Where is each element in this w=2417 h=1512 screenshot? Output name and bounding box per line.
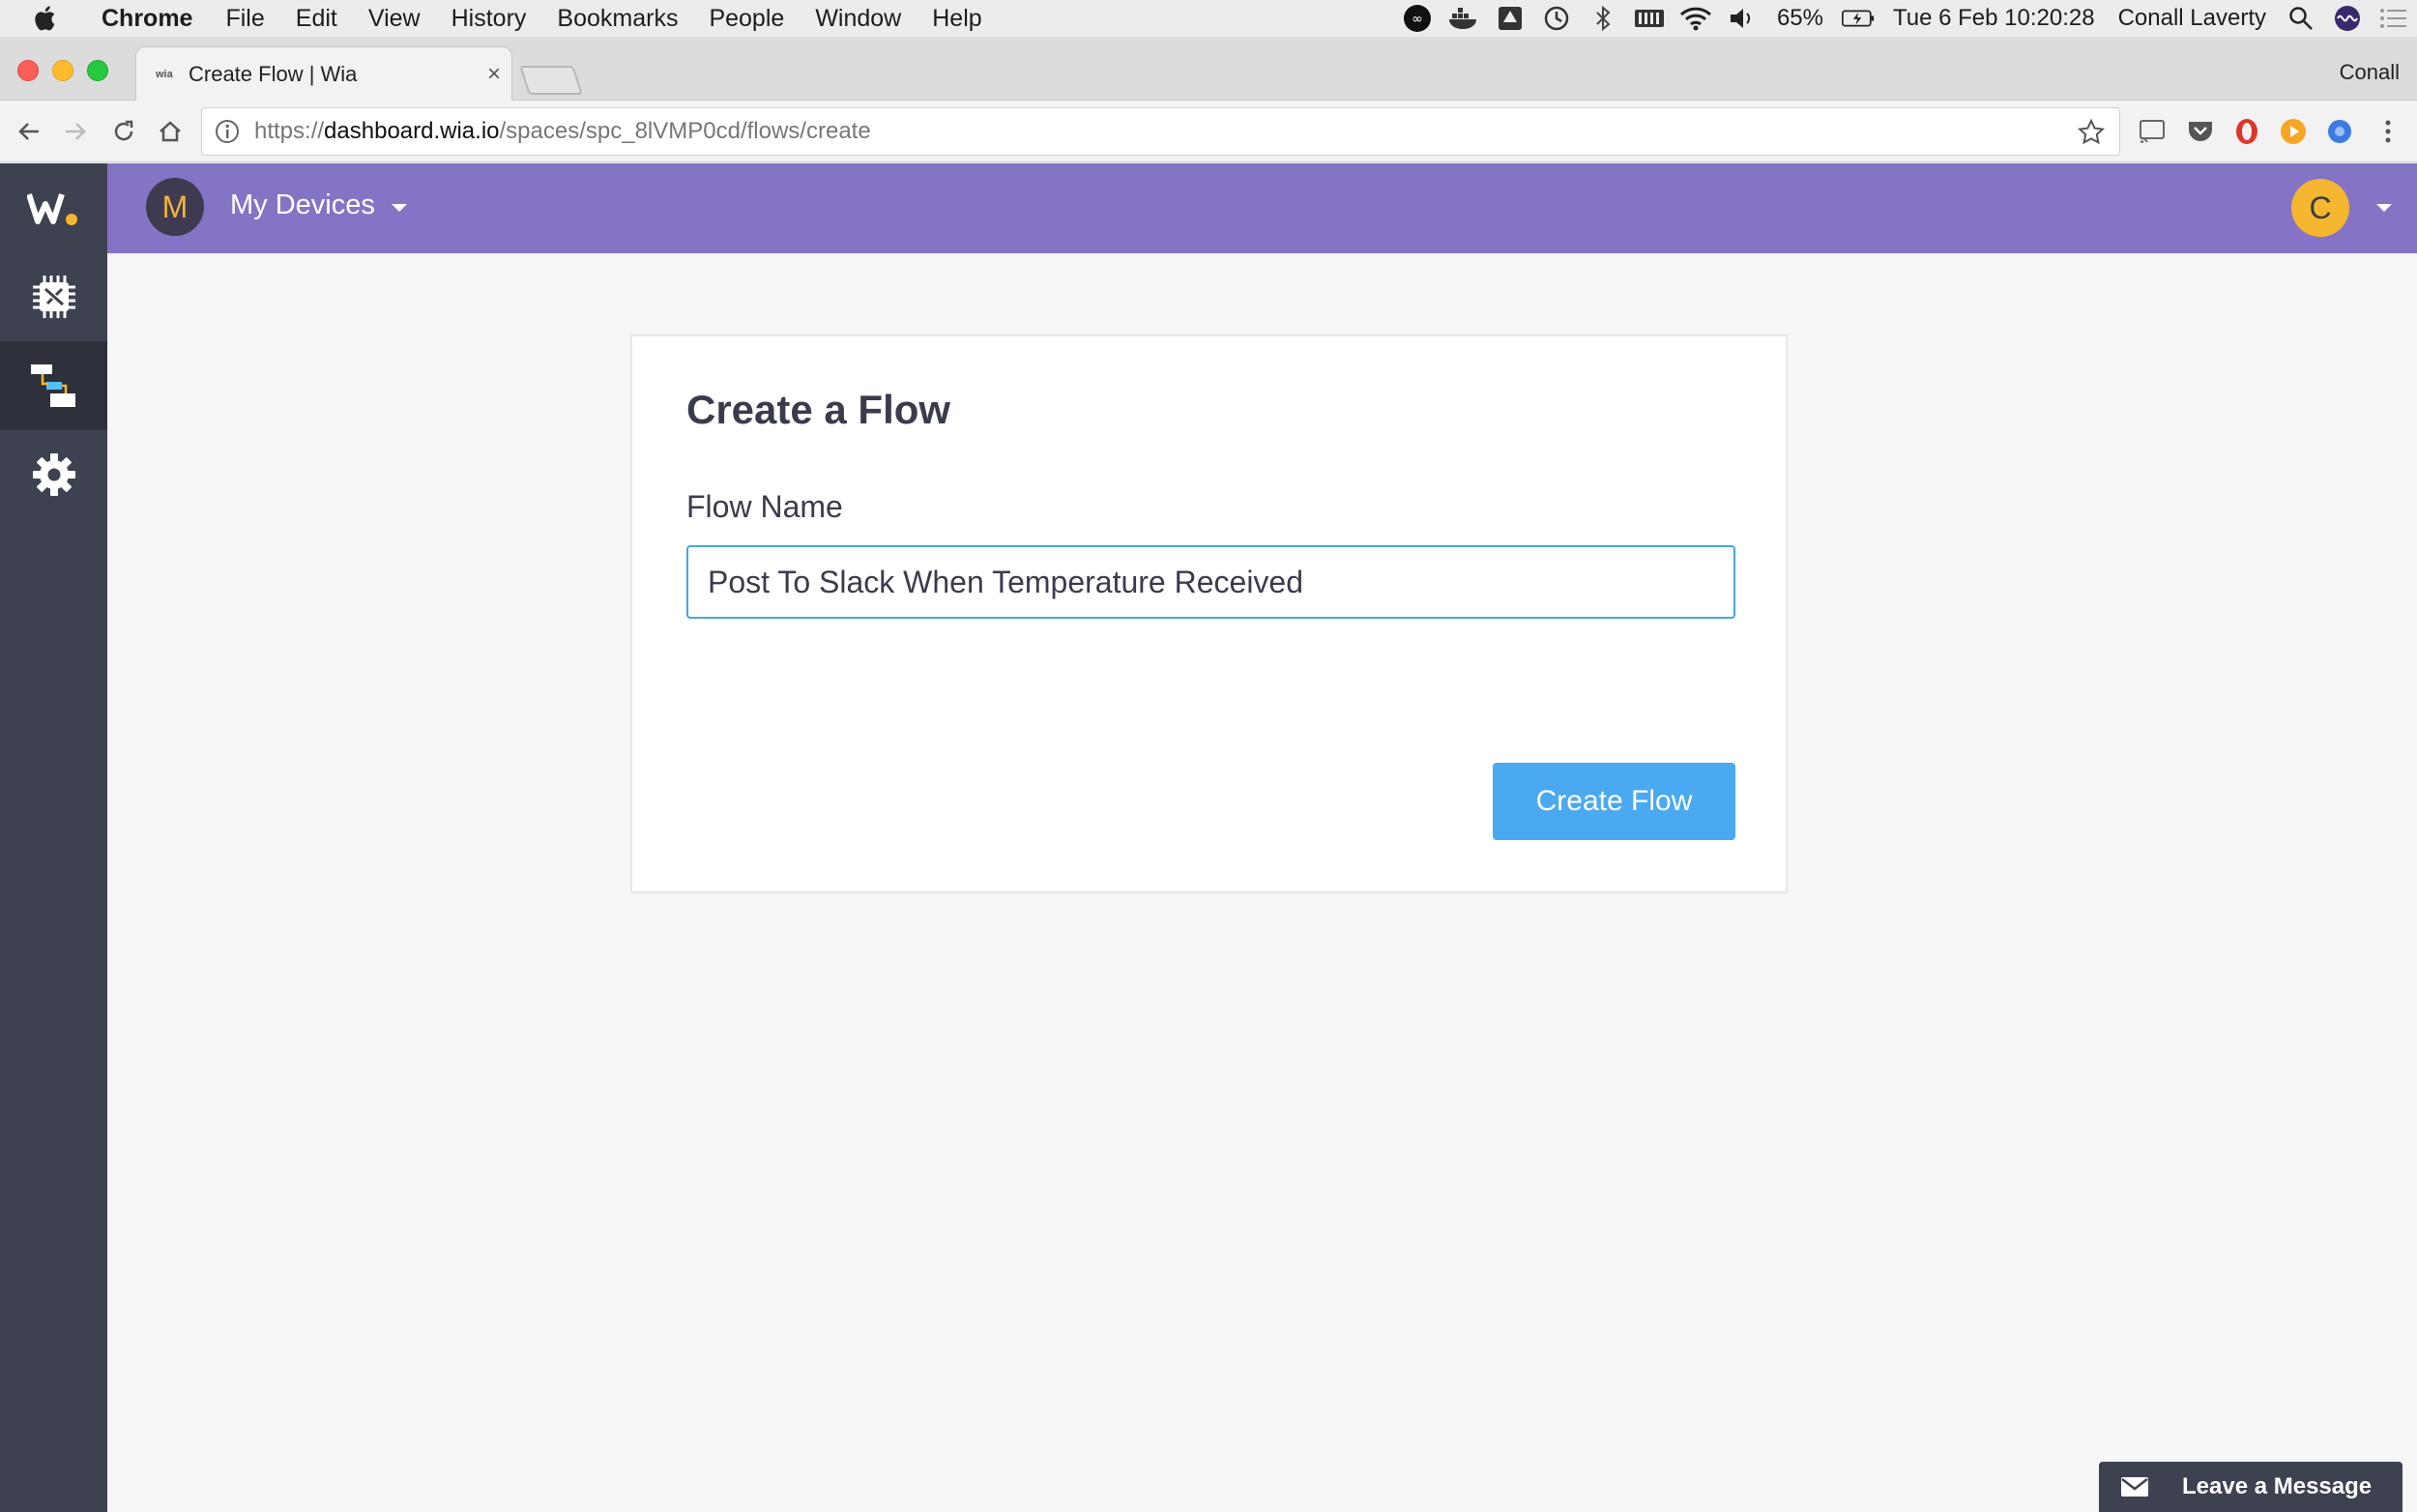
app-sidebar [0, 163, 107, 1512]
user-menu-caret-icon[interactable] [2376, 204, 2392, 212]
create-flow-card: Create a Flow Flow Name Create Flow [630, 334, 1788, 893]
profile-name[interactable]: Conall [2340, 60, 2400, 85]
user-avatar[interactable]: C [2291, 179, 2349, 237]
time-machine-icon[interactable] [1540, 5, 1573, 32]
docker-icon[interactable] [1447, 5, 1480, 32]
cast-icon[interactable] [2137, 116, 2168, 147]
bookmark-star-icon[interactable] [2077, 118, 2106, 147]
space-switcher-label[interactable]: My Devices [230, 189, 375, 221]
gear-icon [32, 453, 75, 496]
url-text: https://dashboard.wia.io/spaces/spc_8lVM… [254, 118, 871, 145]
flow-name-input[interactable] [686, 545, 1735, 619]
sidebar-item-devices[interactable] [0, 252, 107, 341]
create-flow-button[interactable]: Create Flow [1493, 763, 1735, 840]
play-icon[interactable] [2278, 116, 2309, 147]
menu-app-name[interactable]: Chrome [88, 5, 210, 33]
space-dropdown-caret-icon[interactable] [392, 204, 407, 212]
battery-percent[interactable]: 65% [1777, 5, 1823, 32]
url-host: dashboard.wia.io [324, 118, 500, 144]
flow-name-label: Flow Name [686, 489, 843, 524]
forward-arrow-icon[interactable] [58, 114, 93, 149]
battery-bar-icon[interactable] [1633, 5, 1666, 32]
wia-logo[interactable] [0, 163, 107, 252]
pocket-icon[interactable] [2185, 116, 2216, 147]
macos-menu-bar: Chrome File Edit View History Bookmarks … [0, 0, 2417, 37]
leave-message-label: Leave a Message [2182, 1473, 2373, 1499]
url-scheme: https:// [254, 118, 325, 144]
menu-help[interactable]: Help [917, 5, 997, 33]
infinity-icon[interactable]: ∞ [1401, 5, 1434, 32]
browser-tab-strip: wia Create Flow | Wia × Conall [0, 37, 2417, 101]
window-minimize-button[interactable] [52, 60, 73, 81]
drive-icon[interactable] [1494, 5, 1527, 32]
browser-toolbar: https://dashboard.wia.io/spaces/spc_8lVM… [0, 101, 2417, 162]
flows-icon [30, 364, 75, 407]
leave-message-widget[interactable]: Leave a Message [2099, 1462, 2402, 1512]
chip-icon [32, 276, 75, 318]
menu-view[interactable]: View [353, 5, 436, 33]
window-close-button[interactable] [17, 60, 39, 81]
menu-people[interactable]: People [693, 5, 800, 33]
notification-center-icon[interactable] [2377, 5, 2410, 32]
envelope-icon [2121, 1477, 2148, 1497]
menu-history[interactable]: History [436, 5, 542, 33]
app-header: M My Devices C [107, 163, 2417, 253]
bluetooth-icon[interactable] [1587, 5, 1619, 32]
window-zoom-button[interactable] [87, 60, 108, 81]
battery-charging-icon[interactable] [1841, 5, 1875, 32]
opera-icon[interactable] [2231, 116, 2262, 147]
tab-title: Create Flow | Wia [189, 61, 358, 86]
wifi-icon[interactable] [1679, 5, 1712, 32]
sidebar-item-flows[interactable] [0, 341, 107, 430]
screen: Chrome File Edit View History Bookmarks … [0, 0, 2417, 1512]
clock[interactable]: Tue 6 Feb 10:20:28 [1893, 5, 2095, 32]
menu-window[interactable]: Window [800, 5, 917, 33]
svg-text:∞: ∞ [1412, 12, 1423, 27]
apple-icon[interactable] [32, 4, 61, 33]
space-avatar[interactable]: M [146, 178, 204, 236]
menu-bookmarks[interactable]: Bookmarks [541, 5, 693, 33]
menu-bar-status-area: ∞ 65% Tue 6 Feb 10:20:28 Conall Laverty [1394, 0, 2417, 37]
page-title: Create a Flow [686, 387, 951, 432]
menu-file[interactable]: File [210, 5, 279, 33]
sidebar-item-settings[interactable] [0, 430, 107, 519]
new-tab-button[interactable] [519, 66, 583, 95]
siri-icon[interactable] [2331, 5, 2364, 32]
site-info-icon[interactable] [214, 118, 241, 145]
url-path: /spaces/spc_8lVMP0cd/flows/create [499, 118, 871, 144]
menu-dots-icon[interactable] [2373, 116, 2403, 147]
reload-icon[interactable] [106, 114, 141, 149]
tab-favicon: wia [156, 68, 173, 80]
browser-tab-active[interactable]: wia Create Flow | Wia × [135, 46, 512, 101]
home-icon[interactable] [153, 114, 188, 149]
spotlight-search-icon[interactable] [2285, 5, 2317, 32]
volume-icon[interactable] [1726, 5, 1759, 32]
address-bar[interactable]: https://dashboard.wia.io/spaces/spc_8lVM… [201, 107, 2120, 156]
blue-ext-icon[interactable] [2324, 116, 2355, 147]
menu-edit[interactable]: Edit [280, 5, 353, 33]
tab-close-icon[interactable]: × [477, 61, 511, 88]
back-arrow-icon[interactable] [12, 114, 46, 149]
user-name[interactable]: Conall Laverty [2118, 5, 2266, 32]
